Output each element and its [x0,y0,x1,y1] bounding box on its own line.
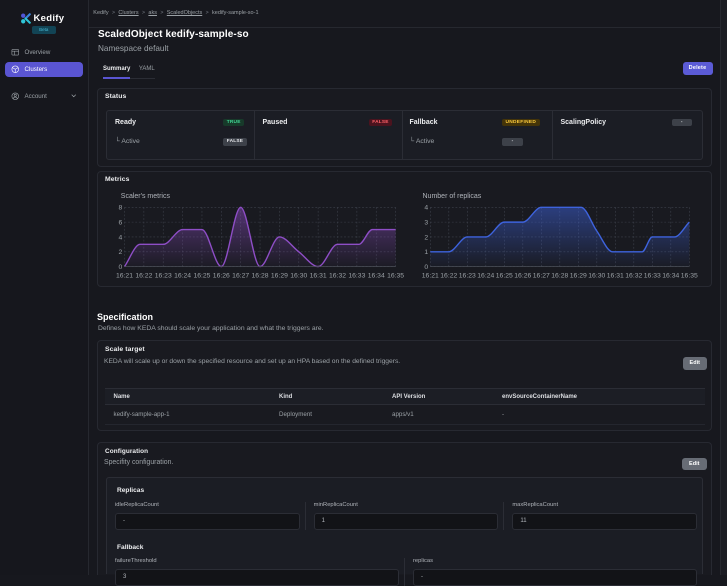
svg-text:16:28: 16:28 [551,273,568,280]
svg-text:16:32: 16:32 [329,273,346,280]
svg-text:16:24: 16:24 [477,273,494,280]
svg-text:2: 2 [424,234,428,241]
svg-text:16:34: 16:34 [368,273,385,280]
svg-text:16:31: 16:31 [607,273,624,280]
svg-text:16:35: 16:35 [681,273,698,280]
svg-text:16:31: 16:31 [310,273,327,280]
svg-text:0: 0 [424,264,428,271]
svg-text:16:22: 16:22 [440,273,457,280]
svg-text:2: 2 [119,249,123,256]
svg-text:4: 4 [119,234,123,241]
svg-text:16:27: 16:27 [232,273,249,280]
svg-text:16:23: 16:23 [459,273,476,280]
svg-text:16:23: 16:23 [155,273,172,280]
svg-text:16:28: 16:28 [252,273,269,280]
svg-text:6: 6 [119,219,123,226]
svg-text:16:27: 16:27 [533,273,550,280]
svg-text:16:33: 16:33 [644,273,661,280]
svg-text:16:35: 16:35 [387,273,404,280]
svg-text:8: 8 [119,205,123,212]
svg-text:4: 4 [424,205,428,212]
svg-text:3: 3 [424,219,428,226]
svg-text:16:25: 16:25 [193,273,210,280]
svg-text:16:24: 16:24 [174,273,191,280]
svg-text:16:25: 16:25 [496,273,513,280]
svg-text:16:30: 16:30 [290,273,307,280]
svg-text:16:21: 16:21 [116,273,133,280]
svg-text:16:32: 16:32 [625,273,642,280]
svg-text:1: 1 [424,249,428,256]
svg-text:16:26: 16:26 [514,273,531,280]
svg-text:16:21: 16:21 [422,273,439,280]
svg-text:16:29: 16:29 [271,273,288,280]
svg-text:16:33: 16:33 [348,273,365,280]
svg-text:16:30: 16:30 [588,273,605,280]
svg-text:0: 0 [119,264,123,271]
svg-text:16:34: 16:34 [662,273,679,280]
svg-text:16:26: 16:26 [213,273,230,280]
svg-text:16:29: 16:29 [570,273,587,280]
svg-text:16:22: 16:22 [135,273,152,280]
